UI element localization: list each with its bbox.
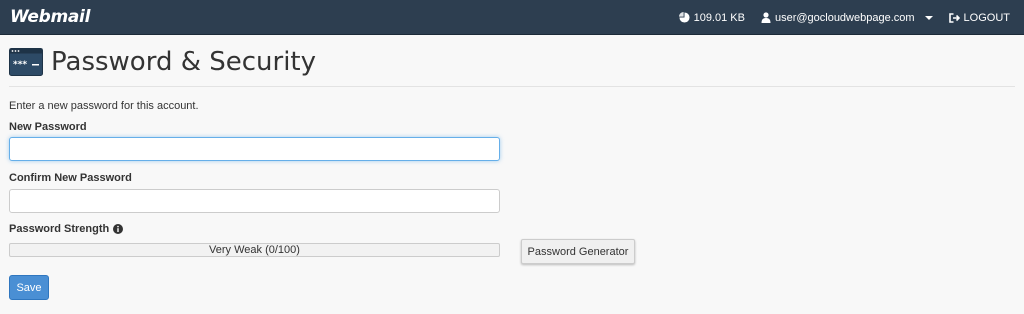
new-password-label: New Password bbox=[9, 121, 87, 133]
logout-icon bbox=[948, 12, 960, 23]
password-generator-button[interactable]: Password Generator bbox=[521, 239, 635, 264]
webmail-logo[interactable]: Webmail bbox=[10, 7, 90, 27]
confirm-password-input[interactable] bbox=[9, 189, 500, 213]
page-header: *** Password & Security bbox=[9, 35, 1015, 87]
info-icon[interactable] bbox=[113, 224, 124, 234]
disk-usage-value: 109.01 KB bbox=[693, 11, 745, 24]
confirm-password-label: Confirm New Password bbox=[9, 172, 132, 184]
user-icon bbox=[761, 12, 771, 23]
top-navbar: Webmail 109.01 KB user@gocloudwebpage.co… bbox=[0, 0, 1024, 35]
user-menu[interactable]: user@gocloudwebpage.com bbox=[753, 0, 941, 35]
main-content: *** Password & Security Enter a new pass… bbox=[9, 35, 1015, 300]
password-strength-text: Very Weak (0/100) bbox=[209, 244, 300, 256]
logout-label: LOGOUT bbox=[963, 11, 1010, 24]
disk-usage[interactable]: 109.01 KB bbox=[671, 0, 753, 35]
user-email: user@gocloudwebpage.com bbox=[774, 11, 915, 24]
password-strength-label: Password Strength bbox=[9, 223, 110, 235]
chevron-down-icon bbox=[924, 15, 933, 20]
new-password-input[interactable] bbox=[9, 137, 500, 161]
logout-link[interactable]: LOGOUT bbox=[941, 0, 1018, 35]
top-right-menu: 109.01 KB user@gocloudwebpage.com LOGOUT bbox=[671, 0, 1018, 35]
intro-text: Enter a new password for this account. bbox=[9, 100, 199, 112]
svg-text:***: *** bbox=[13, 60, 27, 70]
save-button[interactable]: Save bbox=[9, 275, 49, 300]
pie-chart-icon bbox=[678, 12, 690, 23]
password-strength-meter: Very Weak (0/100) bbox=[9, 243, 500, 257]
password-icon: *** bbox=[9, 47, 43, 76]
page-title: Password & Security bbox=[51, 46, 317, 77]
password-strength-label-row: Password Strength bbox=[9, 223, 124, 235]
